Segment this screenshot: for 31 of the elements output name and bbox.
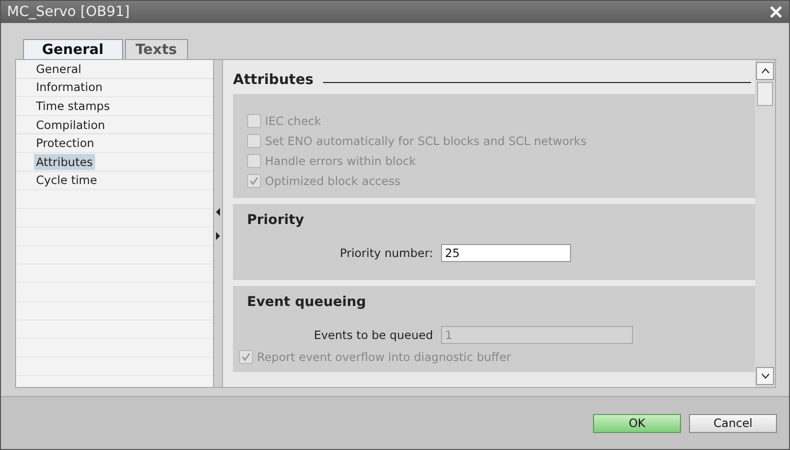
expand-right-icon[interactable]: [215, 232, 221, 240]
collapse-left-icon[interactable]: [215, 208, 221, 216]
checkbox-label: Handle errors within block: [265, 154, 416, 168]
checkbox-label: Set ENO automatically for SCL blocks and SCL networks: [265, 134, 587, 148]
nav-item[interactable]: General: [34, 60, 84, 77]
field-label: Priority number:: [338, 246, 433, 260]
scrollbar[interactable]: [755, 60, 775, 387]
nav-item[interactable]: Information: [34, 79, 105, 96]
scroll-down-icon[interactable]: [756, 367, 774, 385]
tab[interactable]: General: [23, 39, 123, 59]
check-icon: [241, 352, 251, 362]
tab[interactable]: Texts: [124, 39, 188, 59]
nav-item[interactable]: Cycle time: [34, 172, 100, 188]
window-title: MC_Servo [OB91]: [7, 4, 130, 20]
priority-field[interactable]: 25: [441, 244, 571, 262]
scroll-thumb[interactable]: [757, 82, 773, 106]
checkbox-label: Report event overflow into diagnostic buffer: [257, 350, 512, 364]
nav-item[interactable]: Protection: [34, 135, 96, 152]
cancel-button[interactable]: Cancel: [689, 414, 777, 432]
nav-item[interactable]: Compilation: [34, 116, 108, 133]
section-title: Priority: [247, 212, 305, 228]
field-label: Events to be queued: [312, 328, 433, 342]
section-heading: Attributes: [233, 72, 314, 88]
scroll-up-icon[interactable]: [756, 62, 774, 80]
nav-item[interactable]: Time stamps: [34, 98, 112, 114]
nav-item[interactable]: Attributes: [34, 154, 95, 170]
check-icon: [249, 176, 259, 186]
ok-button[interactable]: OK: [593, 414, 681, 432]
checkbox-label: IEC check: [265, 114, 322, 128]
checkbox-label: Optimized block access: [265, 174, 400, 188]
section-title: Event queueing: [247, 294, 368, 310]
